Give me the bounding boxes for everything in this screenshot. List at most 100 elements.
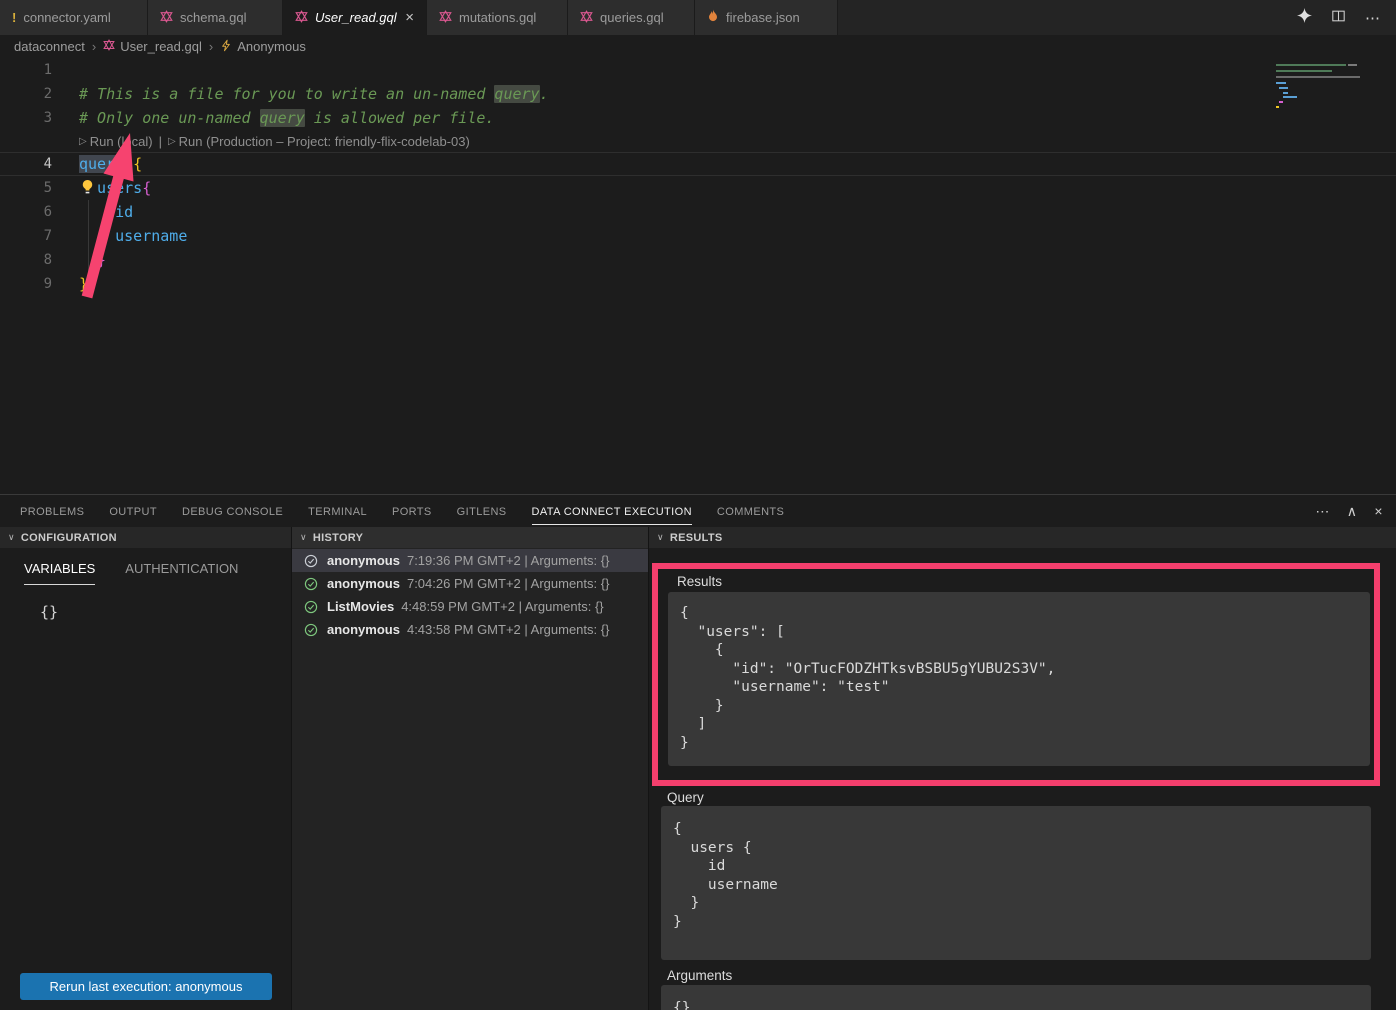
configuration-header[interactable]: ∨ CONFIGURATION	[0, 527, 291, 548]
panel-tab-problems[interactable]: PROBLEMS	[20, 498, 84, 524]
panel-tab-comments[interactable]: COMMENTS	[717, 498, 784, 524]
check-circle-icon	[304, 577, 318, 591]
code-line[interactable]: 1	[0, 58, 1396, 82]
vscode-window: ! connector.yaml schema.gql User_read.gq…	[0, 0, 1396, 1010]
history-item[interactable]: anonymous 7:19:36 PM GMT+2 | Arguments: …	[292, 549, 648, 572]
line-number: 7	[0, 228, 52, 244]
history-header[interactable]: ∨ HISTORY	[292, 527, 648, 548]
line-number: 1	[0, 62, 52, 78]
breadcrumb-anonymous-symbol[interactable]: Anonymous	[220, 39, 306, 55]
tab-label: queries.gql	[600, 10, 664, 25]
line-number: 3	[0, 110, 52, 126]
arguments-label: Arguments	[655, 965, 732, 986]
panel-more-icon[interactable]: ⋯	[1315, 503, 1329, 520]
tab-label: firebase.json	[726, 10, 800, 25]
results-header[interactable]: ∨ RESULTS	[649, 527, 1396, 548]
run-local-link[interactable]: ▷Run (local)	[79, 134, 153, 149]
tab-label: connector.yaml	[23, 10, 110, 25]
code-line[interactable]: 3# Only one un-named query is allowed pe…	[0, 106, 1396, 130]
bottom-panel: PROBLEMS OUTPUT DEBUG CONSOLE TERMINAL P…	[0, 494, 1396, 1010]
copilot-sparkle-icon[interactable]	[1297, 8, 1312, 27]
panel-tab-bar: PROBLEMS OUTPUT DEBUG CONSOLE TERMINAL P…	[0, 495, 1396, 527]
results-json: { "users": [ { "id": "OrTucFODZHTksvBSBU…	[668, 592, 1370, 766]
code-editor[interactable]: 1 2# This is a file for you to write an …	[0, 58, 1396, 494]
variables-value[interactable]: {}	[40, 603, 291, 621]
editor-tab-bar: ! connector.yaml schema.gql User_read.gq…	[0, 0, 1396, 35]
query-label: Query	[655, 787, 704, 808]
minimap[interactable]	[1274, 62, 1370, 114]
run-production-link[interactable]: ▷Run (Production – Project: friendly-fli…	[168, 134, 470, 149]
code-line[interactable]: 2# This is a file for you to write an un…	[0, 82, 1396, 106]
panel-tab-gitlens[interactable]: GITLENS	[457, 498, 507, 524]
line-number: 6	[0, 204, 52, 220]
yaml-icon: !	[12, 10, 16, 25]
line-number: 2	[0, 86, 52, 102]
tab-mutations-gql[interactable]: mutations.gql	[427, 0, 568, 35]
history-item[interactable]: anonymous 4:43:58 PM GMT+2 | Arguments: …	[292, 618, 648, 641]
query-text: { users { id username } }	[661, 806, 1371, 960]
tab-user-read-gql[interactable]: User_read.gql ×	[283, 0, 427, 35]
split-editor-icon[interactable]	[1331, 9, 1346, 27]
close-tab-icon[interactable]: ×	[405, 10, 414, 25]
panel-tab-debug-console[interactable]: DEBUG CONSOLE	[182, 498, 283, 524]
operation-symbol-icon	[220, 39, 232, 55]
tab-queries-gql[interactable]: queries.gql	[568, 0, 695, 35]
arguments-text: {}	[661, 985, 1371, 1010]
lightbulb-icon[interactable]	[80, 179, 95, 199]
code-line[interactable]: 7 username	[0, 224, 1396, 248]
history-item[interactable]: anonymous 7:04:26 PM GMT+2 | Arguments: …	[292, 572, 648, 595]
codelens-divider: |	[159, 134, 162, 149]
rerun-button[interactable]: Rerun last execution: anonymous	[20, 973, 272, 1000]
play-icon: ▷	[79, 136, 87, 147]
tab-variables[interactable]: VARIABLES	[24, 561, 95, 585]
results-section: ∨ RESULTS Results { "users": [ { "id": "…	[649, 527, 1396, 1010]
check-circle-icon	[304, 600, 318, 614]
tab-schema-gql[interactable]: schema.gql	[148, 0, 283, 35]
play-icon: ▷	[168, 136, 176, 147]
line-number: 8	[0, 252, 52, 268]
results-highlight-annotation: Results { "users": [ { "id": "OrTucFODZH…	[652, 563, 1380, 786]
tab-authentication[interactable]: AUTHENTICATION	[125, 561, 238, 585]
breadcrumb-dataconnect[interactable]: dataconnect	[14, 39, 85, 54]
tab-connector-yaml[interactable]: ! connector.yaml	[0, 0, 148, 35]
graphql-icon	[439, 10, 452, 26]
graphql-icon	[103, 39, 115, 54]
chevron-down-icon: ∨	[657, 532, 664, 543]
check-circle-icon	[304, 554, 318, 568]
panel-tab-data-connect-execution[interactable]: DATA CONNECT EXECUTION	[532, 498, 692, 525]
tab-label: schema.gql	[180, 10, 246, 25]
breadcrumb: dataconnect › User_read.gql › Anonymous	[0, 35, 1396, 58]
graphql-icon	[160, 10, 173, 26]
history-section: ∨ HISTORY anonymous 7:19:36 PM GMT+2 | A…	[292, 527, 649, 1010]
firebase-icon	[707, 9, 719, 26]
chevron-down-icon: ∨	[8, 532, 15, 543]
tab-firebase-json[interactable]: firebase.json	[695, 0, 838, 35]
configuration-section: ∨ CONFIGURATION VARIABLES AUTHENTICATION…	[0, 527, 292, 1010]
breadcrumb-separator: ›	[209, 39, 213, 54]
line-number: 9	[0, 276, 52, 292]
code-line[interactable]: 6 id	[0, 200, 1396, 224]
tab-label: mutations.gql	[459, 10, 536, 25]
codelens-row: ▷Run (local) | ▷Run (Production – Projec…	[0, 130, 1396, 152]
graphql-icon	[580, 10, 593, 26]
breadcrumb-separator: ›	[92, 39, 96, 54]
line-number: 4	[0, 156, 52, 172]
line-number: 5	[0, 180, 52, 196]
tab-label: User_read.gql	[315, 10, 397, 25]
panel-tab-ports[interactable]: PORTS	[392, 498, 432, 524]
panel-tab-terminal[interactable]: TERMINAL	[308, 498, 367, 524]
panel-tab-output[interactable]: OUTPUT	[109, 498, 157, 524]
indent-guide	[88, 200, 89, 272]
history-item[interactable]: ListMovies 4:48:59 PM GMT+2 | Arguments:…	[292, 595, 648, 618]
code-line[interactable]: 5 users{	[0, 176, 1396, 200]
editor-actions: ⋯	[1297, 0, 1396, 35]
code-line-current[interactable]: 4query {	[0, 152, 1396, 176]
code-line[interactable]: 9}	[0, 272, 1396, 296]
panel-close-icon[interactable]: ×	[1374, 503, 1383, 519]
chevron-down-icon: ∨	[300, 532, 307, 543]
breadcrumb-file[interactable]: User_read.gql	[103, 39, 202, 54]
code-line[interactable]: 8 }	[0, 248, 1396, 272]
more-actions-icon[interactable]: ⋯	[1365, 9, 1380, 27]
graphql-icon	[295, 10, 308, 26]
panel-maximize-icon[interactable]: ∧	[1347, 503, 1358, 520]
